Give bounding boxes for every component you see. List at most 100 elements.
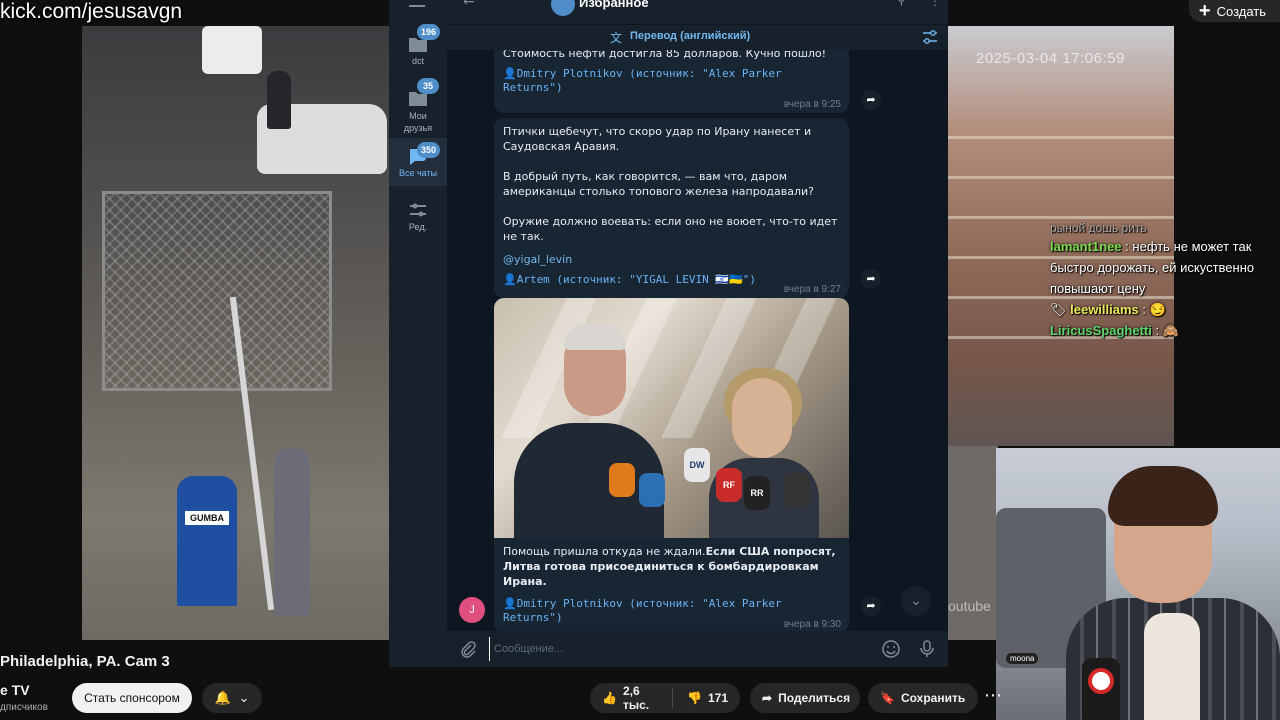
webcam-label: moona — [1006, 653, 1039, 664]
brick-stripe — [948, 216, 1174, 219]
back-arrow-icon[interactable]: ← — [463, 0, 475, 10]
channel-name[interactable]: e TV — [0, 682, 30, 698]
folder-my-friends[interactable]: 35 Мои друзья — [389, 78, 447, 134]
chat-message: 🏷 leewilliams : 😏 — [1050, 299, 1280, 320]
subscriber-count: дписчиков — [0, 702, 48, 713]
message-bubble[interactable]: Стоимость нефти достигла 85 долларов. Ку… — [494, 50, 849, 113]
divider — [672, 688, 674, 708]
thumbs-up-icon[interactable]: 👍 — [602, 691, 617, 705]
chevron-down-icon: ⌄ — [238, 690, 250, 706]
like-dislike-group: 👍 2,6 тыс. 👎 171 — [590, 683, 740, 713]
hamburger-menu-icon[interactable] — [409, 0, 425, 7]
mailbox: GUMBA — [177, 476, 237, 606]
chat-title[interactable]: Избранное — [579, 0, 649, 10]
sponsor-button[interactable]: Стать спонсором — [72, 683, 192, 713]
mic-logo-icon — [1088, 668, 1114, 694]
caption-plain: Помощь пришла откуда не ждали. — [503, 545, 706, 558]
camera-timestamp: 2025-03-04 17:06:59 — [976, 50, 1125, 67]
chat-message: lamant1nee : нефть не может так быстро д… — [1050, 236, 1280, 299]
emoji-icon[interactable] — [881, 639, 901, 659]
forward-icon[interactable]: ➦ — [861, 269, 881, 289]
more-actions-icon[interactable]: ⋯ — [984, 683, 1002, 713]
chat-username: leewilliams — [1070, 302, 1139, 317]
folder-dct[interactable]: 196 dct — [389, 24, 447, 72]
chat-username: lamant1nee — [1050, 239, 1122, 254]
message-text: Помощь пришла откуда не ждали.Если США п… — [494, 538, 849, 589]
scroll-down-button[interactable]: ⌄ — [901, 586, 931, 616]
message-link[interactable]: @yigal_levin — [494, 244, 849, 267]
bookmark-icon: 🔖 — [880, 691, 895, 705]
streamer-hair — [1108, 466, 1218, 526]
save-button[interactable]: 🔖 Сохранить — [868, 683, 978, 713]
person-in-hoodie — [274, 448, 310, 616]
translate-settings-icon[interactable] — [921, 28, 939, 46]
thumbs-down-icon[interactable]: 👎 — [687, 691, 702, 705]
streamer-webcam: moona — [996, 448, 1280, 720]
white-tshirt — [1144, 613, 1200, 720]
folder-label: Ред. — [408, 222, 428, 232]
create-label: Создать — [1216, 3, 1266, 19]
kick-channel-label: kick.com/jesusavgn — [0, 0, 183, 23]
translate-button[interactable]: Перевод (английский) — [630, 30, 750, 42]
mailbox-label: GUMBA — [185, 511, 229, 525]
edit-folders[interactable]: Ред. — [389, 198, 447, 238]
parked-car — [202, 26, 262, 74]
message-text: Стоимость нефти достигла 85 долларов. Ку… — [503, 50, 827, 60]
emote-icon: 🙈 — [1162, 323, 1179, 338]
share-button[interactable]: ➦ Поделиться — [750, 683, 860, 713]
sliders-icon — [410, 203, 426, 217]
create-button[interactable]: + Создать — [1188, 0, 1280, 22]
message-bubble[interactable]: Птички щебечут, что скоро удар по Ирану … — [494, 118, 849, 298]
message-list[interactable]: Стоимость нефти достигла 85 долларов. Ку… — [447, 50, 948, 631]
message-photo[interactable]: DW RF RR — [494, 298, 849, 538]
forward-source[interactable]: 👤Dmitry Plotnikov (источник: "Alex Parke… — [494, 61, 849, 95]
dislike-count[interactable]: 171 — [708, 691, 728, 705]
microphone — [639, 473, 665, 507]
share-label: Поделиться — [778, 691, 851, 705]
message-text: Птички щебечут, что скоро удар по Ирану … — [503, 125, 838, 243]
translate-bar: 文 Перевод (английский) — [447, 24, 948, 50]
message-time: вчера в 9:25 — [783, 99, 841, 110]
brick-stripe — [948, 176, 1174, 179]
message-time: вчера в 9:27 — [783, 284, 841, 295]
unread-badge: 196 — [417, 24, 441, 40]
pedestrian — [267, 71, 291, 129]
translate-icon: 文 — [610, 31, 623, 45]
unread-badge: 350 — [417, 142, 441, 158]
saved-messages-avatar[interactable] — [551, 0, 575, 16]
folder-label: Мои друзья — [403, 111, 433, 133]
message-bubble[interactable]: DW RF RR Помощь пришла откуда не ждали.Е… — [494, 298, 849, 631]
microphone — [784, 473, 810, 507]
search-icon[interactable]: ⚲ — [897, 0, 906, 7]
badge-icon: 🏷 — [1050, 302, 1071, 317]
more-vertical-icon[interactable]: ⋮ — [929, 0, 941, 8]
microphone-rf: RF — [716, 468, 742, 502]
like-count[interactable]: 2,6 тыс. — [623, 684, 658, 712]
chat-separator: : — [1142, 302, 1150, 317]
folder-label: dct — [411, 56, 424, 66]
woman-face — [732, 378, 792, 458]
message-input[interactable] — [489, 637, 869, 661]
microphone-dw: DW — [684, 448, 710, 482]
message-time: вчера в 9:30 — [783, 619, 841, 630]
microphone-icon[interactable] — [917, 639, 937, 659]
save-label: Сохранить — [900, 691, 966, 705]
chat-username: LiricusSpaghetti — [1050, 323, 1152, 338]
emote-icon: 😏 — [1149, 302, 1166, 317]
youtube-watermark: outube — [948, 598, 991, 614]
plus-icon: + — [1198, 0, 1211, 22]
notifications-button[interactable]: 🔔 ⌄ — [202, 683, 262, 713]
telegram-window: 196 dct 35 Мои друзья 350 Все чаты Ред. … — [389, 0, 948, 667]
folder-label: Все чаты — [398, 168, 438, 178]
forward-icon[interactable]: ➦ — [861, 90, 881, 110]
chat-separator: : — [1155, 323, 1163, 338]
stream-chat-overlay: рыной дошь рить lamant1nee : нефть не мо… — [1050, 222, 1280, 341]
folder-all-chats[interactable]: 350 Все чаты — [389, 138, 447, 186]
unread-badge: 35 — [417, 78, 439, 94]
chat-header: ← Избранное ⚲ ⋮ — [447, 0, 948, 24]
microphone-rr: RR — [744, 476, 770, 510]
sender-avatar[interactable]: J — [459, 597, 485, 623]
bell-icon: 🔔 — [214, 690, 231, 706]
paperclip-icon[interactable] — [459, 640, 477, 658]
forward-icon[interactable]: ➦ — [861, 596, 881, 616]
